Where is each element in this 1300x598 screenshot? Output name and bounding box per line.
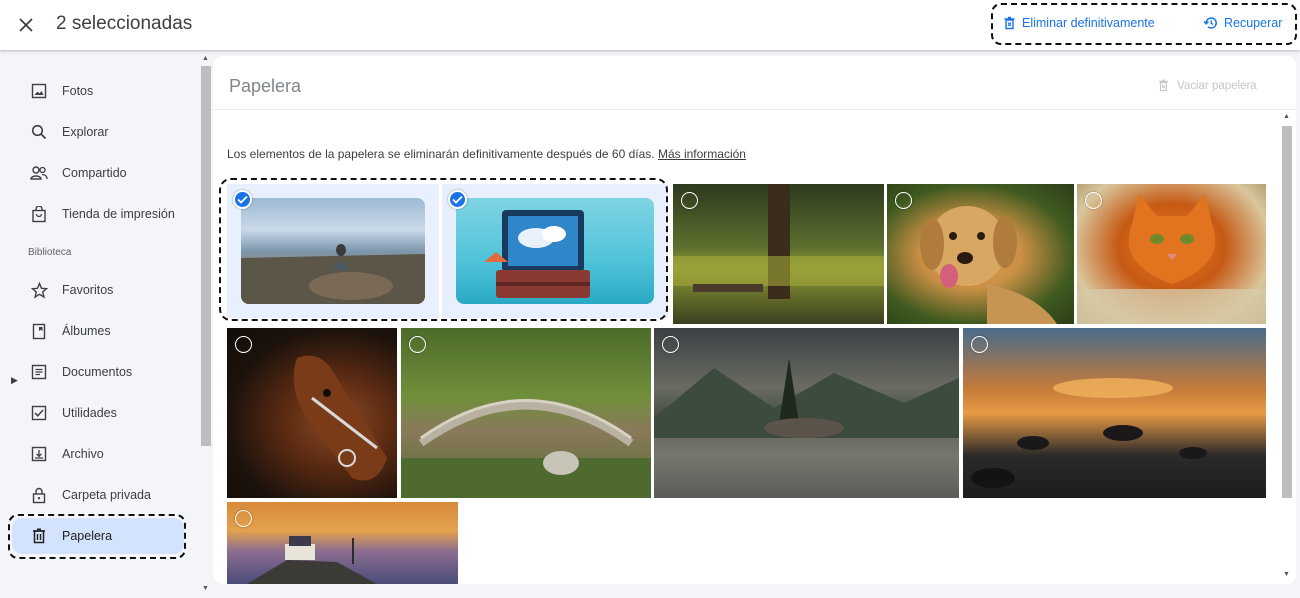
- shopping-bag-icon: [29, 204, 49, 224]
- people-icon: [29, 163, 49, 183]
- main-scrollbar[interactable]: [1282, 126, 1292, 498]
- search-icon: [29, 122, 49, 142]
- sidebar-item-label: Fotos: [62, 84, 94, 98]
- selected-check-icon[interactable]: [233, 190, 252, 209]
- close-selection-button[interactable]: [14, 13, 38, 37]
- sidebar-item-explorar[interactable]: Explorar: [12, 114, 184, 150]
- photo-suitcase-with-clouds: [456, 198, 654, 304]
- more-info-link[interactable]: Más información: [658, 147, 746, 161]
- sidebar-item-label: Explorar: [62, 125, 109, 139]
- sidebar-item-label: Compartido: [62, 166, 127, 180]
- sidebar-item-label: Papelera: [62, 529, 113, 543]
- delete-forever-icon: [1159, 79, 1168, 92]
- photo-item-selected[interactable]: [227, 184, 439, 318]
- top-app-bar: 2 seleccionadas Eliminar definitivamente…: [0, 0, 1300, 50]
- sidebar-item-label: Favoritos: [62, 283, 114, 297]
- library-section-label: Biblioteca: [28, 247, 72, 258]
- trash-info-text: Los elementos de la papelera se eliminar…: [227, 147, 746, 161]
- star-icon: [29, 280, 49, 300]
- document-icon: [29, 362, 49, 382]
- actions-highlight-outline: [991, 3, 1297, 45]
- sidebar-scroll-up-arrow[interactable]: ▲: [202, 55, 209, 62]
- trash-info-message: Los elementos de la papelera se eliminar…: [227, 147, 655, 161]
- photo-orange-cat[interactable]: [1077, 184, 1266, 324]
- unselected-circle-icon[interactable]: [662, 336, 679, 353]
- sidebar-item-compartido[interactable]: Compartido: [12, 155, 184, 191]
- photo-golden-retriever[interactable]: [887, 184, 1074, 324]
- sidebar-item-label: Documentos: [62, 365, 133, 379]
- sidebar: Fotos Explorar Compartido Tienda de impr…: [0, 50, 200, 598]
- photo-item-selected[interactable]: [442, 184, 668, 318]
- empty-trash-label: Vaciar papelera: [1177, 79, 1257, 92]
- sidebar-item-papelera[interactable]: Papelera: [12, 518, 184, 554]
- sidebar-scrollbar[interactable]: [201, 66, 211, 446]
- selected-check-icon[interactable]: [448, 190, 467, 209]
- unselected-circle-icon[interactable]: [409, 336, 426, 353]
- sidebar-item-archivo[interactable]: Archivo: [12, 436, 184, 472]
- sidebar-item-albumes[interactable]: Álbumes: [12, 313, 184, 349]
- unselected-circle-icon[interactable]: [895, 192, 912, 209]
- photo-garden-bridge[interactable]: [401, 328, 651, 498]
- photo-brown-horse[interactable]: [227, 328, 397, 498]
- page-title: Papelera: [229, 76, 302, 96]
- photo-mountain-lake[interactable]: [654, 328, 959, 498]
- sidebar-item-documentos[interactable]: Documentos: [12, 354, 184, 390]
- sidebar-scroll-down-arrow[interactable]: ▼: [202, 585, 209, 592]
- sidebar-item-tienda[interactable]: Tienda de impresión: [12, 196, 184, 232]
- sidebar-item-utilidades[interactable]: Utilidades: [12, 395, 184, 431]
- unselected-circle-icon[interactable]: [235, 336, 252, 353]
- sidebar-item-label: Archivo: [62, 447, 104, 461]
- empty-trash-button[interactable]: Vaciar papelera: [1158, 79, 1257, 92]
- lock-icon: [29, 485, 49, 505]
- photo-lighthouse-at-dusk[interactable]: [227, 502, 458, 584]
- utilities-icon: [29, 403, 49, 423]
- archive-icon: [29, 444, 49, 464]
- unselected-circle-icon[interactable]: [235, 510, 252, 527]
- sidebar-item-label: Tienda de impresión: [62, 207, 175, 221]
- photo-rocky-sunset-lake[interactable]: [963, 328, 1266, 498]
- sidebar-item-label: Carpeta privada: [62, 488, 151, 502]
- sidebar-item-label: Álbumes: [62, 324, 111, 338]
- close-icon: [19, 18, 33, 32]
- photo-forest-lake[interactable]: [673, 184, 884, 324]
- photo-icon: [29, 81, 49, 101]
- album-icon: [29, 321, 49, 341]
- trash-icon: [29, 526, 49, 546]
- sidebar-item-carpeta-privada[interactable]: Carpeta privada: [12, 477, 184, 513]
- panel-divider: [213, 109, 1296, 110]
- unselected-circle-icon[interactable]: [971, 336, 988, 353]
- unselected-circle-icon[interactable]: [1085, 192, 1102, 209]
- photo-meditation-by-sea: [241, 198, 425, 304]
- main-scroll-up-arrow[interactable]: ▲: [1283, 113, 1290, 120]
- selection-count-title: 2 seleccionadas: [56, 13, 193, 34]
- sidebar-item-favoritos[interactable]: Favoritos: [12, 272, 184, 308]
- main-scroll-down-arrow[interactable]: ▼: [1283, 571, 1290, 578]
- sidebar-item-fotos[interactable]: Fotos: [12, 73, 184, 109]
- unselected-circle-icon[interactable]: [681, 192, 698, 209]
- sidebar-item-label: Utilidades: [62, 406, 117, 420]
